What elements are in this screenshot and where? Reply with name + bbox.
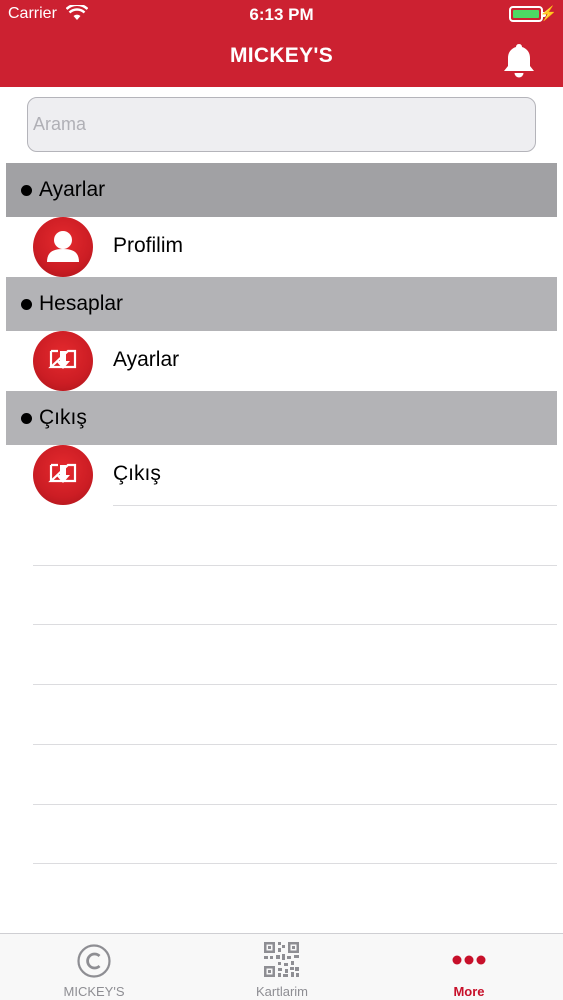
row-separator: [33, 744, 557, 745]
section-header-cikis: Çıkış: [6, 391, 557, 445]
copyright-icon: [77, 944, 111, 978]
menu-item-label: Ayarlar: [113, 348, 180, 371]
bullet-icon: [21, 299, 32, 310]
user-icon: [33, 217, 93, 277]
menu-item-profilim[interactable]: Profilim: [0, 217, 563, 277]
bell-icon[interactable]: [500, 41, 538, 79]
section-title: Çıkış: [39, 406, 87, 429]
download-tray-icon: [33, 445, 93, 505]
tab-more[interactable]: More: [375, 934, 563, 1000]
menu-item-cikis[interactable]: Çıkış: [0, 445, 563, 505]
page-title: MICKEY'S: [229, 44, 334, 67]
more-icon: [452, 955, 486, 965]
tab-label: Kartlarim: [255, 984, 308, 999]
bullet-icon: [21, 185, 32, 196]
tab-label: MICKEY'S: [63, 984, 125, 999]
tab-label: More: [453, 984, 485, 999]
bullet-icon: [21, 413, 32, 424]
section-title: Ayarlar: [39, 178, 106, 201]
tab-kartlarim[interactable]: Kartlarim: [188, 934, 376, 1000]
menu-item-label: Profilim: [113, 234, 184, 257]
navigation-bar: Carrier 6:13 PM ⚡ MICKEY'S: [0, 0, 563, 87]
section-header-ayarlar: Ayarlar: [6, 163, 557, 217]
status-bar: Carrier 6:13 PM ⚡: [0, 0, 563, 28]
charging-icon: ⚡: [539, 5, 557, 21]
download-tray-icon: [33, 331, 93, 391]
tab-bar: MICKEY'S Kartlarim More: [0, 933, 563, 1000]
tab-mickeys[interactable]: MICKEY'S: [0, 934, 188, 1000]
row-separator: [33, 684, 557, 685]
menu-item-ayarlar[interactable]: Ayarlar: [0, 331, 563, 391]
row-separator: [113, 505, 557, 506]
section-title: Hesaplar: [39, 292, 124, 315]
battery-icon: [509, 6, 546, 22]
search-input[interactable]: [27, 97, 536, 152]
row-separator: [33, 863, 557, 864]
row-separator: [33, 624, 557, 625]
section-header-hesaplar: Hesaplar: [6, 277, 557, 331]
status-time: 6:13 PM: [249, 5, 314, 24]
row-separator: [33, 565, 557, 566]
row-separator: [33, 804, 557, 805]
qr-code-icon: [264, 942, 299, 977]
menu-item-label: Çıkış: [113, 462, 161, 485]
